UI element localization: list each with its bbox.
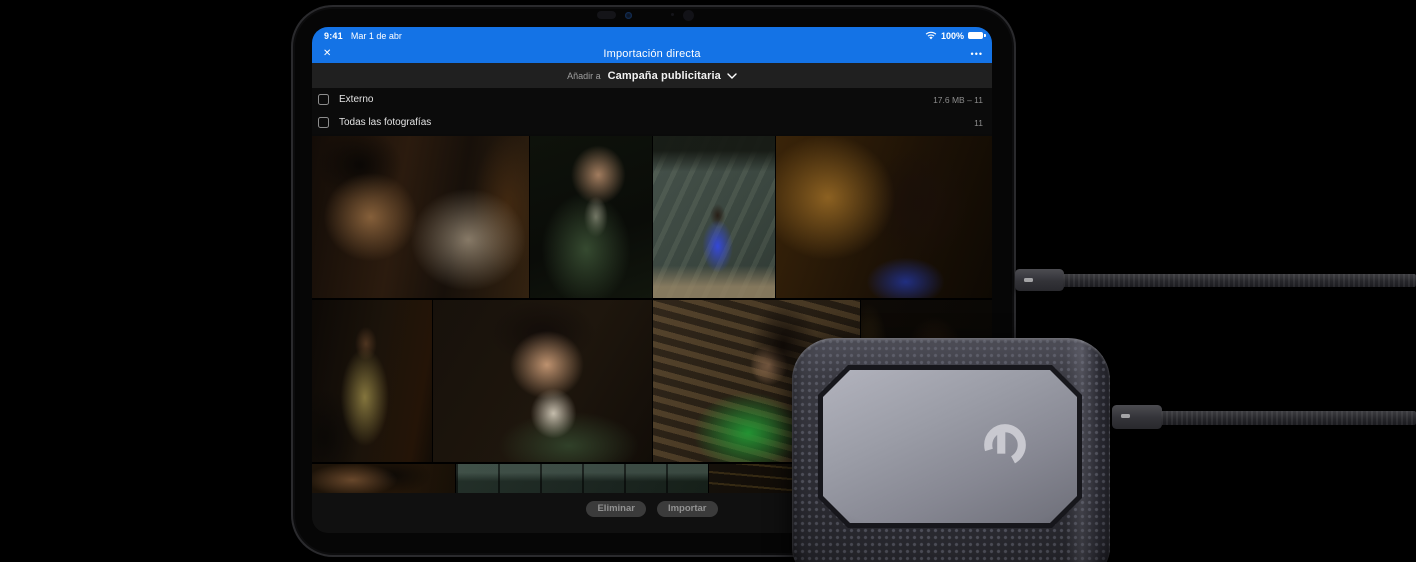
ssd-plate-groove: [818, 365, 1082, 528]
scene: 9:41 Mar 1 de abr 100% ✕ Importación dir…: [0, 0, 1416, 562]
front-sensor-pill: [597, 11, 616, 19]
source-list: Externo 17.6 MB – 11 Todas las fotografí…: [312, 88, 992, 134]
usb-c-plug-ipad: [1015, 269, 1064, 291]
album-selector-value: Campaña publicitaria: [607, 69, 721, 82]
status-date: Mar 1 de abr: [350, 30, 402, 41]
usb-cable-ipad: [1063, 274, 1416, 287]
plug-brand-mark: [1121, 414, 1130, 418]
source-label: Externo: [339, 94, 374, 105]
delete-button[interactable]: Eliminar: [586, 501, 646, 517]
title-bar: ✕ Importación directa •••: [312, 44, 992, 63]
ssd-drive: [792, 338, 1110, 562]
photo-thumbnail-1[interactable]: [312, 136, 529, 298]
source-meta: 17.6 MB – 11: [933, 94, 983, 105]
photo-thumbnail-2[interactable]: [530, 136, 652, 298]
status-bar: 9:41 Mar 1 de abr 100%: [312, 27, 992, 44]
g-technology-logo-icon: [979, 419, 1031, 471]
usb-cable-ssd: [1161, 411, 1416, 425]
photo-thumbnail-3[interactable]: [653, 136, 775, 298]
plug-brand-mark: [1024, 278, 1033, 282]
battery-icon: [968, 32, 986, 39]
photo-thumbnail-4[interactable]: [776, 136, 992, 298]
page-title: Importación directa: [603, 47, 701, 60]
wifi-icon: [925, 31, 937, 40]
source-row-todas[interactable]: Todas las fotografías 11: [312, 111, 992, 134]
chevron-down-icon: [727, 72, 737, 79]
import-button[interactable]: Importar: [656, 501, 718, 517]
source-checkbox[interactable]: [318, 117, 329, 128]
ssd-metal-plate: [823, 370, 1077, 523]
ambient-sensor-dot: [671, 13, 674, 16]
overflow-menu-icon[interactable]: •••: [971, 50, 983, 59]
front-camera-icon: [625, 12, 632, 19]
photo-thumbnail-9[interactable]: [312, 464, 455, 493]
photo-thumbnail-6[interactable]: [433, 300, 652, 462]
source-row-externo[interactable]: Externo 17.6 MB – 11: [312, 88, 992, 111]
front-camera-ring: [683, 10, 694, 21]
status-time: 9:41: [324, 30, 343, 41]
photo-thumbnail-5[interactable]: [312, 300, 432, 462]
source-checkbox[interactable]: [318, 94, 329, 105]
album-selector[interactable]: Campaña publicitaria: [608, 70, 737, 82]
add-to-bar: Añadir a Campaña publicitaria: [312, 63, 992, 88]
source-meta: 11: [974, 117, 983, 128]
battery-percent: 100%: [940, 30, 964, 41]
add-to-label: Añadir a: [567, 70, 601, 81]
photo-thumbnail-10[interactable]: [456, 464, 708, 493]
source-label: Todas las fotografías: [339, 117, 432, 128]
usb-c-plug-ssd: [1112, 405, 1162, 429]
